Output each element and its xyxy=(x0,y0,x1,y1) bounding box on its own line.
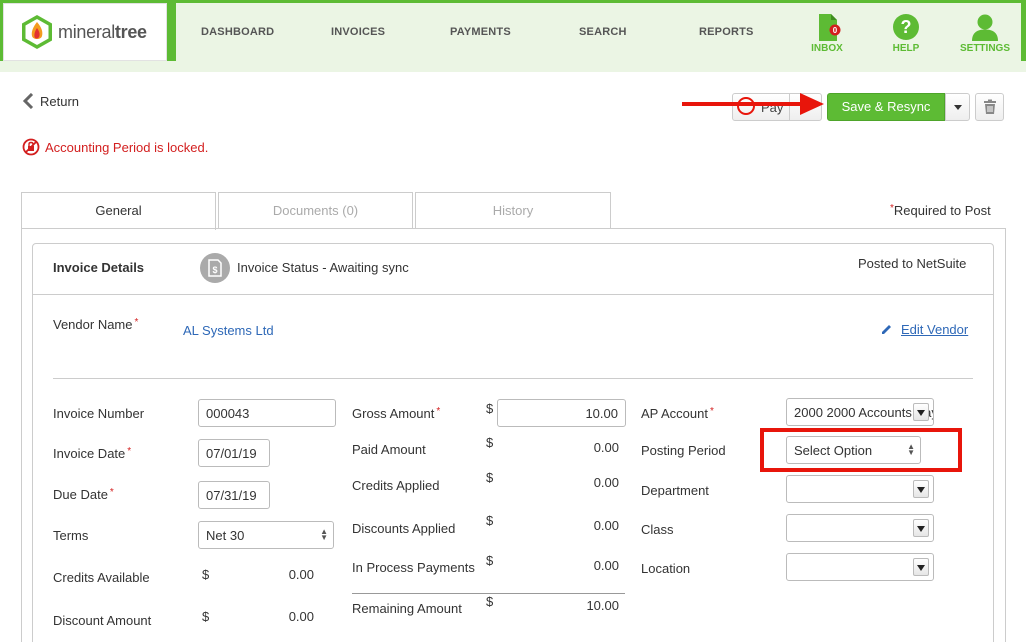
save-options-dropdown[interactable] xyxy=(945,93,970,121)
nav-settings[interactable] xyxy=(955,13,1015,44)
discount-amount-value: 0.00 xyxy=(288,609,314,624)
remaining-amount-label: Remaining Amount xyxy=(352,601,462,616)
invoice-status-icon: $ xyxy=(200,253,230,283)
department-select[interactable] xyxy=(786,475,934,503)
chevron-down-icon xyxy=(913,480,929,498)
inbox-badge: 0 xyxy=(833,26,838,35)
credits-available-label: Credits Available xyxy=(53,570,150,585)
location-select[interactable] xyxy=(786,553,934,581)
discount-amount-label: Discount Amount xyxy=(53,613,152,628)
nav-search[interactable]: SEARCH xyxy=(579,26,627,38)
terms-value: Net 30 xyxy=(206,528,245,543)
logo-text: mineraltree xyxy=(58,21,147,42)
logo-icon xyxy=(22,15,52,49)
credits-applied-label: Credits Applied xyxy=(352,478,440,493)
gross-amount-label: Gross Amount * xyxy=(352,406,441,421)
nav-help[interactable]: ? xyxy=(876,13,936,44)
credits-available-value: 0.00 xyxy=(288,567,314,582)
help-icon: ? xyxy=(893,14,919,40)
invoice-number-label: Invoice Number xyxy=(53,406,145,421)
nav-underline xyxy=(0,61,1026,72)
user-icon xyxy=(972,14,998,41)
chevron-down-icon xyxy=(913,403,929,421)
terms-label: Terms xyxy=(53,528,89,543)
card-header xyxy=(33,244,993,295)
invoice-status-text: Invoice Status - Awaiting sync xyxy=(237,260,409,275)
pay-divider xyxy=(789,94,790,120)
paid-amount-value: 0.00 xyxy=(593,440,619,455)
nav-payments[interactable]: PAYMENTS xyxy=(450,26,511,38)
nav-settings-label[interactable]: SETTINGS xyxy=(955,43,1015,54)
currency-symbol: $ xyxy=(202,567,210,582)
currency-symbol: $ xyxy=(486,435,494,450)
save-resync-button[interactable]: Save & Resync xyxy=(827,93,945,121)
currency-symbol: $ xyxy=(486,470,494,485)
class-select[interactable] xyxy=(786,514,934,542)
terms-select[interactable]: Net 30 ▲ ▼ xyxy=(198,521,334,549)
in-process-payments-label: In Process Payments xyxy=(352,560,475,575)
credits-applied-value: 0.00 xyxy=(593,475,619,490)
lock-denied-icon xyxy=(22,138,40,156)
gross-amount-input[interactable] xyxy=(497,399,626,427)
nav-inbox-label[interactable]: INBOX xyxy=(797,43,857,54)
vendor-name-label: Vendor Name * xyxy=(53,317,139,332)
card-title: Invoice Details xyxy=(53,260,145,275)
tab-documents[interactable]: Documents (0) xyxy=(218,192,413,228)
vendor-name-link[interactable]: AL Systems Ltd xyxy=(183,323,274,338)
tab-history[interactable]: History xyxy=(415,192,611,228)
tab-general[interactable]: General xyxy=(21,192,216,230)
svg-text:?: ? xyxy=(901,17,912,37)
posting-period-label: Posting Period xyxy=(641,443,726,458)
chevron-left-icon xyxy=(22,93,34,109)
nav-inbox[interactable]: 0 xyxy=(797,13,857,46)
svg-text:$: $ xyxy=(212,265,217,275)
discounts-applied-value: 0.00 xyxy=(593,518,619,533)
edit-vendor-link[interactable]: Edit Vendor xyxy=(880,322,968,337)
ap-account-select[interactable]: 2000 2000 Accounts Payable xyxy=(786,398,934,426)
remaining-amount-value: 10.00 xyxy=(586,598,619,613)
return-link[interactable]: Return xyxy=(22,93,79,109)
currency-symbol: $ xyxy=(486,553,494,568)
posting-period-highlight xyxy=(760,428,962,472)
nav-reports[interactable]: REPORTS xyxy=(699,26,754,38)
discounts-applied-label: Discounts Applied xyxy=(352,521,456,536)
invoice-date-input[interactable] xyxy=(198,439,270,467)
currency-symbol: $ xyxy=(486,594,494,609)
nav-dashboard[interactable]: DASHBOARD xyxy=(201,26,274,38)
nav-invoices[interactable]: INVOICES xyxy=(331,26,385,38)
currency-symbol: $ xyxy=(486,513,494,528)
return-label: Return xyxy=(40,93,80,109)
annotation-arrow-shaft xyxy=(682,102,802,106)
alert-text: Accounting Period is locked. xyxy=(45,139,209,155)
department-label: Department xyxy=(641,483,709,498)
trash-icon xyxy=(983,99,996,114)
currency-symbol: $ xyxy=(486,401,494,416)
invoice-date-label: Invoice Date * xyxy=(53,446,132,461)
class-label: Class xyxy=(641,522,674,537)
section-divider xyxy=(53,378,973,379)
annotation-arrow-head xyxy=(800,93,824,115)
pay-circle-icon xyxy=(737,97,755,115)
chevron-down-icon xyxy=(913,519,929,537)
in-process-payments-value: 0.00 xyxy=(593,558,619,573)
updown-arrows-icon: ▲ ▼ xyxy=(320,527,328,542)
accounting-locked-alert: Accounting Period is locked. xyxy=(22,138,208,156)
mineraltree-logo[interactable]: mineraltree xyxy=(3,3,167,61)
location-label: Location xyxy=(641,561,691,576)
currency-symbol: $ xyxy=(202,609,210,624)
pencil-icon xyxy=(882,325,891,334)
paid-amount-label: Paid Amount xyxy=(352,442,426,457)
ap-account-label: AP Account * xyxy=(641,406,714,421)
chevron-down-icon xyxy=(913,558,929,576)
nav-help-label[interactable]: HELP xyxy=(876,43,936,54)
delete-button[interactable] xyxy=(975,93,1004,121)
inbox-icon: 0 xyxy=(819,14,841,41)
edit-vendor-label: Edit Vendor xyxy=(901,322,969,337)
invoice-number-input[interactable] xyxy=(198,399,336,427)
posted-to-netsuite: Posted to NetSuite xyxy=(858,256,967,271)
required-to-post-note: *Required to Post xyxy=(890,203,991,218)
due-date-label: Due Date * xyxy=(53,487,114,502)
due-date-input[interactable] xyxy=(198,481,270,509)
